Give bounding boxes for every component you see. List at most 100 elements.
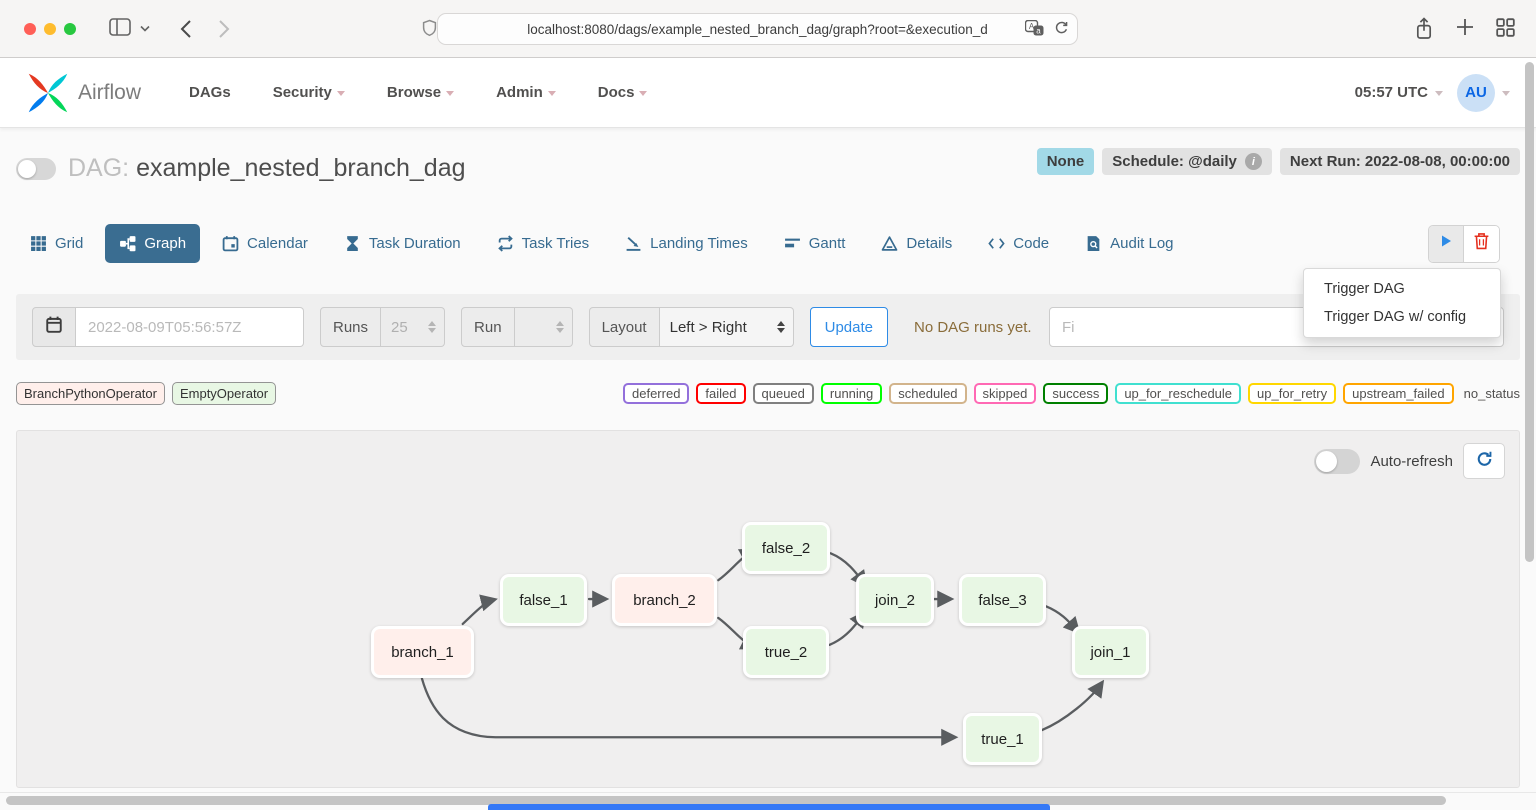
runs-select[interactable]: 25	[381, 307, 445, 347]
info-icon[interactable]: i	[1245, 153, 1262, 170]
nav-item-admin[interactable]: Admin	[496, 84, 556, 101]
layout-label: Layout	[589, 307, 660, 347]
status-badge-no_status: no_status	[1464, 386, 1520, 401]
operator-legend-emptyoperator: EmptyOperator	[172, 382, 276, 405]
dag-graph-panel: branch_1 false_1 branch_2 false_2 true_2 join…	[16, 430, 1520, 788]
dag-pause-toggle[interactable]	[16, 158, 56, 180]
translate-icon[interactable]: Aa	[1025, 20, 1044, 41]
delete-dag-button[interactable]	[1464, 226, 1499, 262]
hourglass-icon	[344, 235, 361, 252]
tab-task-tries[interactable]: Task Tries	[483, 224, 604, 263]
zoom-window-button[interactable]	[64, 23, 76, 35]
nav-item-security[interactable]: Security	[273, 84, 345, 101]
graph-node-join_1[interactable]: join_1	[1072, 626, 1149, 678]
clock-label: 05:57 UTC	[1355, 84, 1428, 101]
nav-item-docs[interactable]: Docs	[598, 84, 648, 101]
vertical-scrollbar[interactable]	[1525, 62, 1534, 562]
edge-true_1-to-join_1	[1041, 683, 1102, 731]
chevron-down-icon[interactable]	[140, 25, 150, 32]
airflow-graph-page: { "browser": { "url_text": "localhost:80…	[0, 0, 1536, 810]
graph-node-join_2[interactable]: join_2	[856, 574, 934, 626]
new-tab-icon[interactable]	[1456, 18, 1474, 36]
tag-badge-none[interactable]: None	[1037, 148, 1095, 175]
airflow-logo[interactable]: Airflow	[26, 71, 141, 115]
window-controls	[24, 23, 76, 35]
edge-branch_1-to-true_1	[422, 679, 955, 738]
graph-node-branch_1[interactable]: branch_1	[371, 626, 474, 678]
graph-node-branch_2[interactable]: branch_2	[612, 574, 717, 626]
tab-calendar[interactable]: Calendar	[208, 224, 322, 263]
update-button[interactable]: Update	[810, 307, 888, 347]
nav-item-dags[interactable]: DAGs	[189, 84, 231, 101]
nav-item-label: Docs	[598, 84, 635, 101]
address-bar[interactable]: localhost:8080/dags/example_nested_branc…	[437, 13, 1078, 45]
chevron-down-icon	[639, 91, 647, 96]
trigger-dag-menu: Trigger DAGTrigger DAG w/ config	[1303, 268, 1501, 338]
share-icon[interactable]	[1415, 17, 1433, 41]
tab-code[interactable]: Code	[974, 224, 1063, 263]
base-date-input[interactable]	[76, 307, 304, 347]
forward-icon[interactable]	[218, 19, 230, 39]
status-badge-queued: queued	[753, 383, 814, 404]
tab-grid[interactable]: Grid	[16, 224, 97, 263]
no-dag-runs-message: No DAG runs yet.	[914, 319, 1032, 336]
calendar-icon	[222, 235, 239, 252]
layout-select[interactable]: Left > Right	[660, 307, 794, 347]
nav-item-browse[interactable]: Browse	[387, 84, 454, 101]
trigger-dag-button[interactable]	[1429, 226, 1464, 262]
user-menu[interactable]: AU	[1457, 74, 1510, 112]
tab-task-duration[interactable]: Task Duration	[330, 224, 475, 263]
status-badge-skipped: skipped	[974, 383, 1037, 404]
dag-name: example_nested_branch_dag	[136, 154, 465, 182]
dag-edges	[17, 431, 1519, 787]
graph-icon	[119, 235, 136, 252]
clock-dropdown[interactable]: 05:57 UTC	[1355, 84, 1443, 101]
nav-item-label: Admin	[496, 84, 543, 101]
tab-label: Code	[1013, 235, 1049, 252]
next-run-badge: Next Run: 2022-08-08, 00:00:00	[1280, 148, 1520, 175]
refresh-button[interactable]	[1463, 443, 1505, 479]
trash-icon	[1473, 232, 1490, 255]
tab-landing-times[interactable]: Landing Times	[611, 224, 762, 263]
graph-node-true_1[interactable]: true_1	[963, 713, 1042, 765]
tab-label: Task Tries	[522, 235, 590, 252]
chevron-down-icon	[446, 91, 454, 96]
auto-refresh-toggle[interactable]	[1314, 449, 1360, 474]
tab-overview-icon[interactable]	[1496, 18, 1515, 37]
reload-icon[interactable]	[1054, 20, 1069, 41]
gantt-icon	[784, 235, 801, 252]
view-tabs: Grid Graph CalendarTask Duration Task Tries…	[16, 224, 1188, 263]
shield-icon[interactable]	[422, 18, 437, 38]
menu-item-trigger-dag[interactable]: Trigger DAG	[1304, 275, 1500, 303]
landing-icon	[625, 235, 642, 252]
tab-label: Graph	[144, 235, 186, 252]
select-stepper-icon	[777, 321, 785, 333]
run-select[interactable]	[515, 307, 573, 347]
chevron-down-icon	[548, 91, 556, 96]
close-window-button[interactable]	[24, 23, 36, 35]
tab-gantt[interactable]: Gantt	[770, 224, 860, 263]
legend-row: BranchPythonOperatorEmptyOperator deferr…	[16, 382, 1520, 405]
graph-node-false_2[interactable]: false_2	[742, 522, 830, 574]
graph-node-false_1[interactable]: false_1	[500, 574, 587, 626]
repeat-icon	[497, 235, 514, 252]
minimize-window-button[interactable]	[44, 23, 56, 35]
dag-actions	[1428, 225, 1500, 263]
edge-branch_1-to-false_1	[463, 600, 495, 624]
chevron-down-icon	[337, 91, 345, 96]
graph-node-false_3[interactable]: false_3	[959, 574, 1046, 626]
tab-label: Landing Times	[650, 235, 748, 252]
back-icon[interactable]	[180, 19, 192, 39]
tab-audit-log[interactable]: Audit Log	[1071, 224, 1187, 263]
tab-label: Details	[906, 235, 952, 252]
graph-node-true_2[interactable]: true_2	[743, 626, 829, 678]
sidebar-icon[interactable]	[109, 18, 131, 36]
status-badge-scheduled: scheduled	[889, 383, 966, 404]
tab-details[interactable]: Details	[867, 224, 966, 263]
menu-item-trigger-dag-w-config[interactable]: Trigger DAG w/ config	[1304, 303, 1500, 331]
calendar-icon	[45, 315, 63, 339]
nav-item-label: Security	[273, 84, 332, 101]
status-badge-up_for_reschedule: up_for_reschedule	[1115, 383, 1241, 404]
base-date-calendar-button[interactable]	[32, 307, 76, 347]
tab-graph[interactable]: Graph	[105, 224, 200, 263]
